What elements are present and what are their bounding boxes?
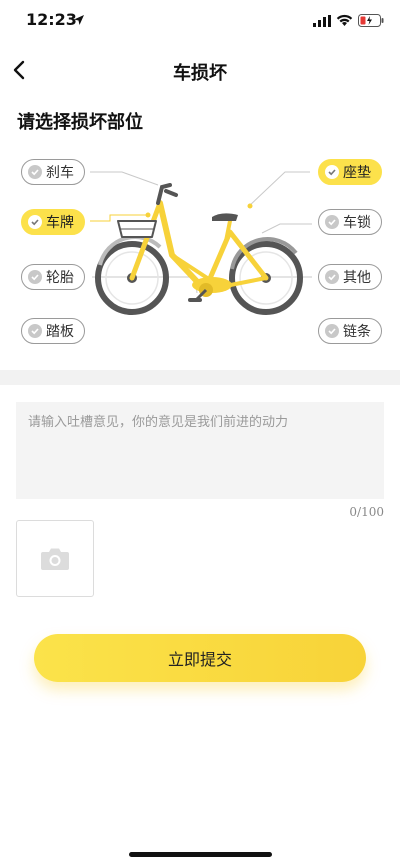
camera-icon — [41, 548, 69, 570]
home-indicator — [129, 852, 272, 857]
part-label: 轮胎 — [46, 270, 74, 286]
check-icon — [325, 215, 339, 229]
status-time: 12:23 — [26, 10, 77, 29]
bike-diagram: 刹车 车牌 轮胎 踏板 座垫 车锁 其他 链条 — [0, 145, 400, 360]
part-label: 链条 — [343, 324, 371, 340]
part-tag-lock[interactable]: 车锁 — [318, 209, 382, 235]
check-icon — [28, 270, 42, 284]
part-tag-other[interactable]: 其他 — [318, 264, 382, 290]
part-tag-chain[interactable]: 链条 — [318, 318, 382, 344]
part-label: 车牌 — [46, 215, 74, 231]
part-tag-brake[interactable]: 刹车 — [21, 159, 85, 185]
part-tag-pedal[interactable]: 踏板 — [21, 318, 85, 344]
wifi-icon — [336, 14, 353, 26]
part-label: 车锁 — [343, 215, 371, 231]
part-label: 踏板 — [46, 324, 74, 340]
battery-icon — [358, 14, 384, 27]
check-icon — [325, 324, 339, 338]
part-tag-plate[interactable]: 车牌 — [21, 209, 85, 235]
part-label: 座垫 — [343, 165, 371, 181]
section-divider — [0, 370, 400, 385]
part-label: 刹车 — [46, 165, 74, 181]
part-tag-seat[interactable]: 座垫 — [318, 159, 382, 185]
part-tag-tire[interactable]: 轮胎 — [21, 264, 85, 290]
part-label: 其他 — [343, 270, 371, 286]
check-icon — [28, 324, 42, 338]
check-icon — [325, 270, 339, 284]
signal-icon — [313, 15, 331, 27]
check-icon — [28, 165, 42, 179]
check-icon — [28, 215, 42, 229]
nav-bar: 车损坏 — [0, 44, 400, 98]
check-icon — [325, 165, 339, 179]
page-title: 车损坏 — [173, 63, 227, 84]
char-counter: 0/100 — [349, 505, 384, 519]
submit-button[interactable]: 立即提交 — [34, 634, 366, 682]
status-bar: 12:23 — [0, 0, 400, 44]
feedback-input[interactable] — [16, 402, 384, 499]
photo-upload-button[interactable] — [16, 520, 94, 597]
location-arrow-icon — [74, 15, 84, 25]
section-title: 请选择损坏部位 — [17, 112, 143, 133]
